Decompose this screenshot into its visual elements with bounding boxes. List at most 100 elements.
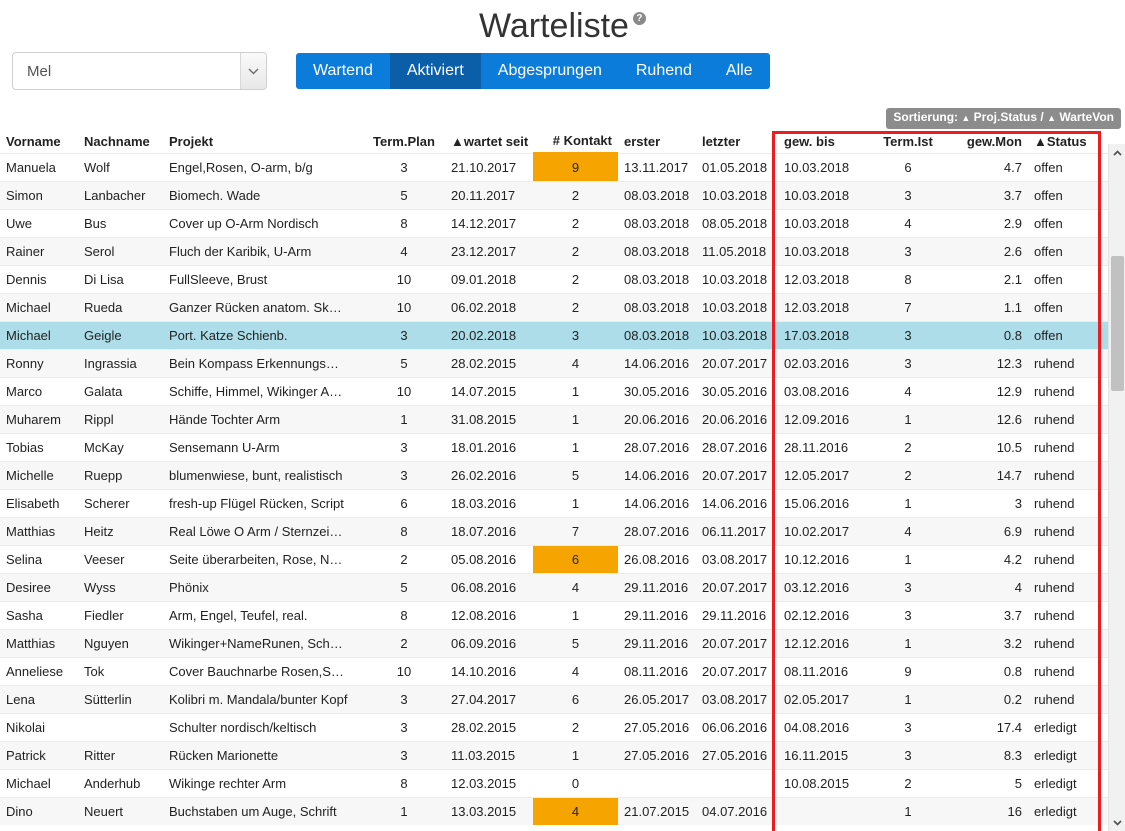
cell-kontakt: 2 [533,292,618,321]
cell-gew-bis: 12.09.2016 [778,404,868,433]
table-row[interactable]: Michael Anderhub Wikinge rechter Arm 8 12.03… [0,768,1110,797]
col-header-nachname[interactable]: Nachname [78,131,163,153]
table-row[interactable]: Rainer Serol Fluch der Karibik, U-Arm 4 23.1… [0,236,1110,265]
col-header-erster[interactable]: erster [618,131,696,153]
tab-aktiviert[interactable]: Aktiviert [389,53,481,89]
chevron-down-icon[interactable] [240,53,266,89]
table-row[interactable]: Uwe Bus Cover up O-Arm Nordisch 8 14.12.2017… [0,208,1110,237]
scrollbar-thumb[interactable] [1111,256,1124,391]
cell-letzter: 20.07.2017 [696,656,778,685]
table-row[interactable]: Elisabeth Scherer fresh-up Flügel Rücken, … [0,488,1110,517]
col-header-gew-bis[interactable]: gew. bis [778,131,868,153]
table-row[interactable]: Ronny Ingrassia Bein Kompass Erkennungs… 5 2… [0,348,1110,377]
tab-abgesprungen[interactable]: Abgesprungen [480,53,619,89]
cell-wartet-seit: 20.02.2018 [445,320,533,349]
table-header-row: Vorname Nachname Projekt Term.Plan ▲wart… [0,131,1110,154]
vertical-scrollbar[interactable] [1108,144,1125,831]
tab-alle[interactable]: Alle [708,53,770,89]
cell-vorname: Michael [0,768,78,797]
table-row[interactable]: Simon Lanbacher Biomech. Wade 5 20.11.2017 2 0… [0,180,1110,209]
cell-gew-mon: 12.6 [948,404,1028,433]
cell-gew-mon: 5 [948,768,1028,797]
cell-nachname: Ritter [78,740,163,769]
table-row[interactable]: Matthias Nguyen Wikinger+NameRunen, Sch… 2 0… [0,628,1110,657]
table-row[interactable]: Michael Geigle Port. Katze Schienb. 3 20.02.… [0,320,1110,349]
cell-letzter: 10.03.2018 [696,320,778,349]
cell-status: erledigt [1028,768,1110,797]
cell-status: ruhend [1028,544,1110,573]
cell-letzter: 20.07.2017 [696,348,778,377]
col-header-letzter[interactable]: letzter [696,131,778,153]
waitlist-page: Warteliste? Mel Wartend Aktiviert Abgesp… [0,0,1125,831]
table-row[interactable]: Muharem Rippl Hände Tochter Arm 1 31.08.2015… [0,404,1110,433]
cell-gew-bis [778,796,868,825]
cell-wartet-seit: 12.03.2015 [445,768,533,797]
cell-wartet-seit: 09.01.2018 [445,264,533,293]
col-header-term-ist[interactable]: Term.Ist [868,131,948,153]
cell-termplan: 8 [363,768,445,797]
table-row[interactable]: Sasha Fiedler Arm, Engel, Teufel, real. 8 12… [0,600,1110,629]
cell-nachname: Serol [78,236,163,265]
cell-gew-bis: 02.12.2016 [778,600,868,629]
cell-vorname: Dino [0,796,78,825]
cell-gew-bis: 10.08.2015 [778,768,868,797]
table-row[interactable]: Selina Veeser Seite überarbeiten, Rose, N…… [0,544,1110,573]
table-row[interactable]: Michael Rueda Ganzer Rücken anatom. Sk… 10 0… [0,292,1110,321]
cell-wartet-seit: 18.07.2016 [445,516,533,545]
cell-erster: 08.03.2018 [618,292,696,321]
cell-gew-bis: 17.03.2018 [778,320,868,349]
cell-term-ist: 8 [868,264,948,293]
sorting-second-field: WarteVon [1059,110,1114,124]
cell-vorname: Elisabeth [0,488,78,517]
col-header-wartet-seit[interactable]: ▲wartet seit [445,131,533,153]
cell-term-ist: 6 [868,152,948,181]
col-header-projekt[interactable]: Projekt [163,131,363,153]
table-row[interactable]: Marco Galata Schiffe, Himmel, Wikinger A… 1… [0,376,1110,405]
employee-filter-select[interactable]: Mel [12,52,267,90]
table-row[interactable]: Desiree Wyss Phönix 5 06.08.2016 4 29.11.2016 2… [0,572,1110,601]
col-header-gew-mon[interactable]: gew.Mon [948,131,1028,153]
cell-letzter: 10.03.2018 [696,264,778,293]
cell-gew-bis: 12.03.2018 [778,292,868,321]
col-header-vorname[interactable]: Vorname [0,131,78,153]
table-row[interactable]: Patrick Ritter Rücken Marionette 3 11.03.201… [0,740,1110,769]
table-row[interactable]: Dennis Di Lisa FullSleeve, Brust 10 09.01.20… [0,264,1110,293]
col-header-status[interactable]: ▲Status [1028,131,1110,153]
col-header-kontakt[interactable]: # Kontakt [533,131,618,154]
cell-termplan: 8 [363,516,445,545]
cell-erster: 08.03.2018 [618,180,696,209]
cell-kontakt: 1 [533,600,618,629]
sorting-badge[interactable]: Sortierung: ▲ Proj.Status / ▲ WarteVon [886,108,1121,129]
chevron-down-icon[interactable] [1109,814,1125,831]
col-header-status-label: Status [1046,133,1087,149]
cell-gew-mon: 14.7 [948,460,1028,489]
cell-term-ist: 3 [868,180,948,209]
table-row[interactable]: Matthias Heitz Real Löwe O Arm / Sternzei…… [0,516,1110,545]
table-row[interactable]: Michelle Ruepp blumenwiese, bunt, realisti… [0,460,1110,489]
table-row[interactable]: Lena Sütterlin Kolibri m. Mandala/bunter K… [0,684,1110,713]
cell-projekt: Wikinge rechter Arm [163,768,363,797]
cell-termplan: 8 [363,600,445,629]
status-tabs: Wartend Aktiviert Abgesprungen Ruhend Al… [296,53,770,89]
table-row[interactable]: Anneliese Tok Cover Bauchnarbe Rosen,S… 10 1… [0,656,1110,685]
cell-erster: 08.03.2018 [618,264,696,293]
chevron-up-icon[interactable] [1109,144,1125,161]
cell-erster: 20.06.2016 [618,404,696,433]
table-row[interactable]: Tobias McKay Sensemann U-Arm 3 18.01.2016 1 28… [0,432,1110,461]
table-row[interactable]: Manuela Wolf Engel,Rosen, O-arm, b/g 3 21.10… [0,152,1110,181]
cell-erster: 14.06.2016 [618,460,696,489]
tab-wartend[interactable]: Wartend [296,53,390,89]
col-header-termplan[interactable]: Term.Plan [363,131,445,153]
cell-kontakt: 6 [533,684,618,713]
cell-status: erledigt [1028,712,1110,741]
cell-term-ist: 3 [868,348,948,377]
cell-gew-bis: 12.12.2016 [778,628,868,657]
waitlist-table-container: Vorname Nachname Projekt Term.Plan ▲wart… [0,131,1110,831]
table-row[interactable]: Dino Neuert Buchstaben um Auge, Schrift 1 13… [0,796,1110,825]
cell-letzter: 08.05.2018 [696,208,778,237]
help-circle-icon[interactable]: ? [632,11,646,25]
cell-gew-bis: 10.02.2017 [778,516,868,545]
sorting-separator: / [1040,110,1044,124]
tab-ruhend[interactable]: Ruhend [618,53,709,89]
table-row[interactable]: Nikolai Schulter nordisch/keltisch 3 28.02.… [0,712,1110,741]
